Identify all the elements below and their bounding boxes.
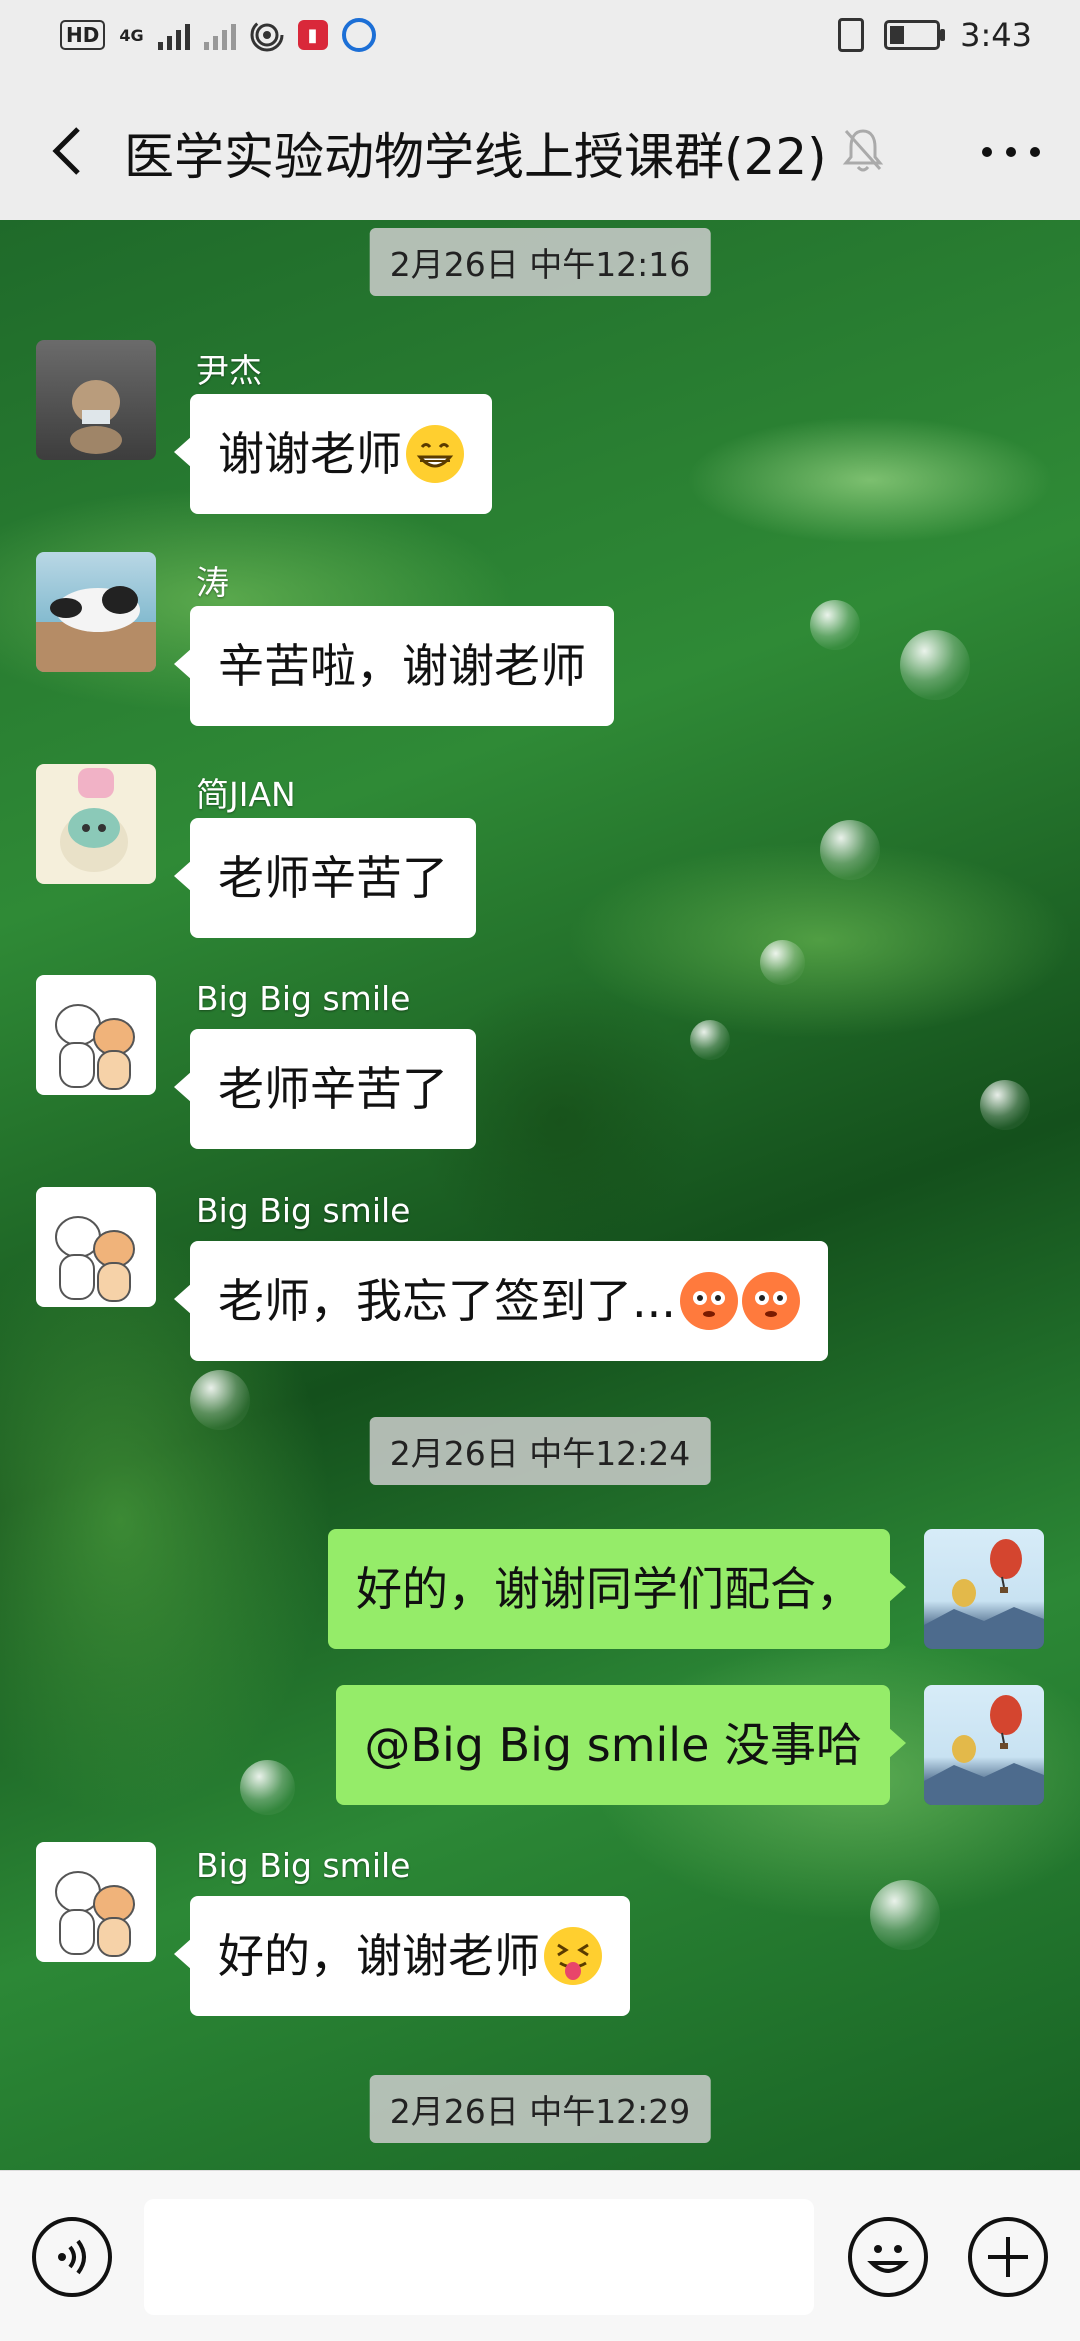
bell-muted-icon xyxy=(842,129,884,172)
sender-name: Big Big smile xyxy=(196,1191,411,1230)
message-bubble[interactable]: 好的，谢谢同学们配合， xyxy=(328,1529,906,1649)
squinting-tongue-face-icon xyxy=(544,1926,602,1985)
hd-badge: HD xyxy=(60,20,106,50)
message-row: 好的，谢谢同学们配合， xyxy=(0,1529,1080,1654)
hotspot-icon xyxy=(250,18,284,52)
message-text: 老师辛苦了 xyxy=(218,1062,448,1116)
message-bubble[interactable]: 辛苦啦，谢谢老师 xyxy=(174,606,614,726)
grinning-face-icon xyxy=(406,424,464,483)
status-bar: HD 4G ▮ 3:43 xyxy=(0,0,1080,75)
timestamp: 2月26日 中午12:29 xyxy=(369,2075,711,2143)
message-row: 涛 辛苦啦，谢谢老师 xyxy=(0,552,1080,732)
message-text: 老师辛苦了 xyxy=(218,851,448,905)
avatar[interactable] xyxy=(924,1685,1044,1805)
chevron-left-icon[interactable] xyxy=(40,121,100,181)
avatar[interactable] xyxy=(36,1842,156,1962)
message-text: @Big Big smile 没事哈 xyxy=(364,1718,862,1772)
avatar[interactable] xyxy=(36,340,156,460)
signal-icon xyxy=(157,20,190,50)
message-text: 辛苦啦，谢谢老师 xyxy=(218,639,586,693)
message-text: 好的，谢谢老师 xyxy=(218,1929,540,1983)
sender-name: Big Big smile xyxy=(196,1846,411,1885)
message-bubble[interactable]: 好的，谢谢老师 xyxy=(174,1896,630,2016)
message-bubble[interactable]: 谢谢老师 xyxy=(174,394,492,514)
message-bubble[interactable]: 老师辛苦了 xyxy=(174,818,476,938)
avatar[interactable] xyxy=(36,975,156,1095)
network-label: 4G xyxy=(119,25,144,45)
message-row: @Big Big smile 没事哈 xyxy=(0,1685,1080,1810)
message-text: 老师，我忘了签到了... xyxy=(218,1274,676,1328)
sender-name: 涛 xyxy=(196,563,229,602)
avatar[interactable] xyxy=(36,764,156,884)
flushed-face-icon xyxy=(679,1271,738,1330)
plus-icon[interactable] xyxy=(968,2217,1048,2297)
smiley-icon[interactable] xyxy=(848,2217,928,2297)
message-bubble[interactable]: 老师辛苦了 xyxy=(174,1029,476,1149)
voice-icon[interactable] xyxy=(32,2217,112,2297)
vibrate-icon xyxy=(838,18,865,52)
chat-header: 医学实验动物学线上授课群(22) xyxy=(0,75,1080,220)
chat-title[interactable]: 医学实验动物学线上授课群(22) xyxy=(124,117,827,189)
message-row: 尹杰 谢谢老师 xyxy=(0,340,1080,520)
app-red-icon: ▮ xyxy=(297,20,328,50)
avatar[interactable] xyxy=(36,1187,156,1307)
message-input[interactable] xyxy=(144,2199,814,2315)
input-bar xyxy=(0,2170,1080,2341)
sender-name: 简JIAN xyxy=(196,775,296,814)
message-row: Big Big smile 老师，我忘了签到了... xyxy=(0,1187,1080,1367)
timestamp: 2月26日 中午12:16 xyxy=(369,228,711,296)
message-row: Big Big smile 好的，谢谢老师 xyxy=(0,1842,1080,2022)
avatar[interactable] xyxy=(924,1529,1044,1649)
app-blue-icon xyxy=(341,18,376,52)
status-time: 3:43 xyxy=(960,16,1032,54)
timestamp: 2月26日 中午12:24 xyxy=(369,1417,711,1485)
sender-name: Big Big smile xyxy=(196,979,411,1018)
no-signal-icon xyxy=(203,20,236,50)
flushed-face-icon xyxy=(741,1271,800,1330)
message-text: 谢谢老师 xyxy=(218,427,402,481)
chat-message-list[interactable]: 2月26日 中午12:16 尹杰 谢谢老师 涛 辛苦啦，谢谢老师 简JIAN 老… xyxy=(0,220,1080,2170)
message-bubble[interactable]: 老师，我忘了签到了... xyxy=(174,1241,828,1361)
message-row: Big Big smile 老师辛苦了 xyxy=(0,975,1080,1155)
more-dots-icon[interactable] xyxy=(982,147,1040,157)
message-text: 好的，谢谢同学们配合， xyxy=(356,1562,862,1616)
battery-icon xyxy=(884,20,946,50)
message-row: 简JIAN 老师辛苦了 xyxy=(0,764,1080,944)
message-bubble[interactable]: @Big Big smile 没事哈 xyxy=(336,1685,906,1805)
water-drop xyxy=(190,1370,250,1430)
avatar[interactable] xyxy=(36,552,156,672)
sender-name: 尹杰 xyxy=(196,351,262,390)
